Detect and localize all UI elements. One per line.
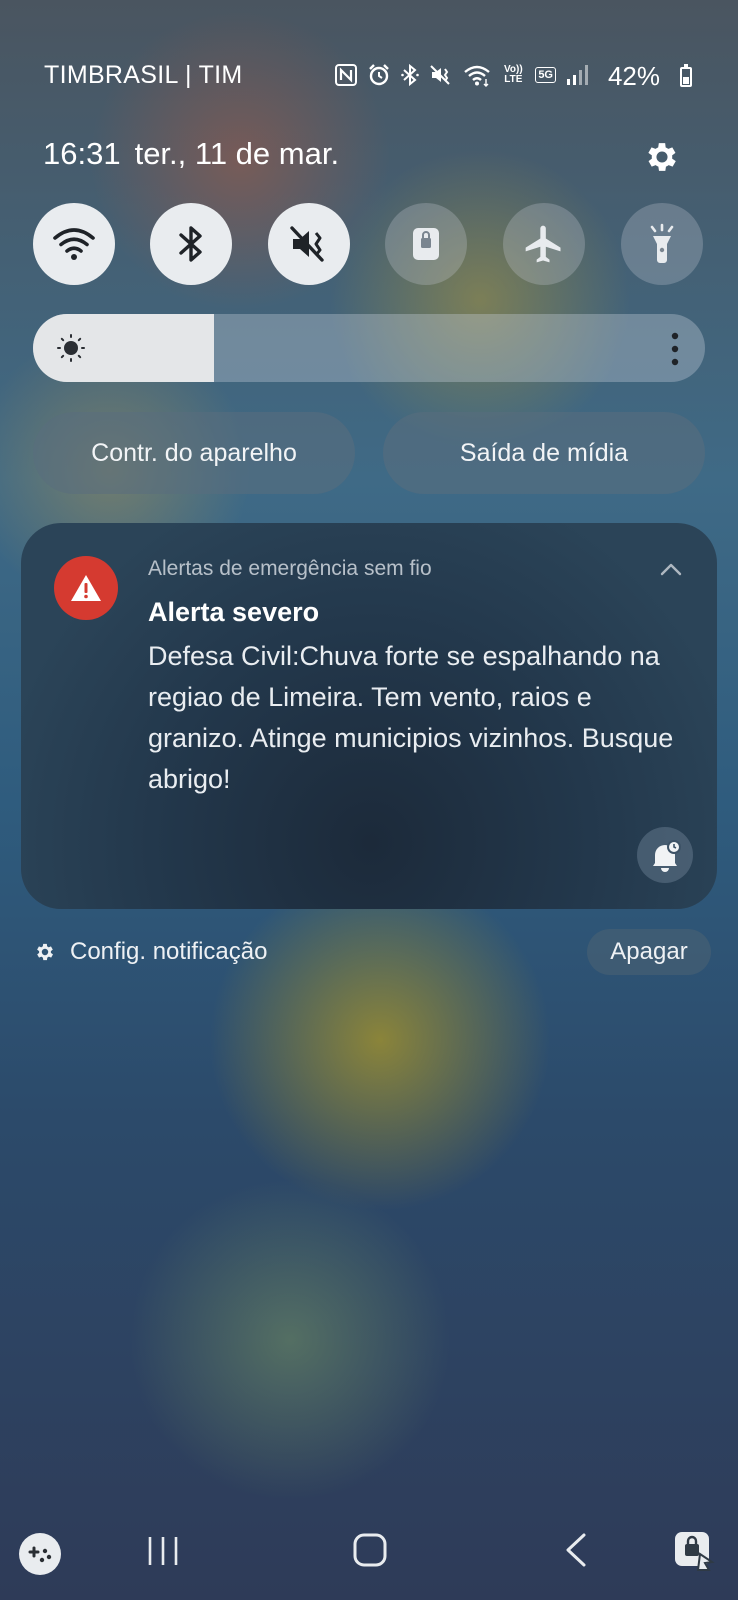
settings-button[interactable]	[640, 135, 684, 179]
media-output-button[interactable]: Saída de mídia	[383, 412, 705, 494]
wifi-toggle[interactable]	[33, 203, 115, 285]
bluetooth-icon	[179, 226, 202, 262]
signal-icon	[566, 64, 588, 86]
bell-snooze-icon	[653, 840, 681, 872]
vibrate-mute-icon	[429, 63, 453, 87]
wifi-icon	[53, 228, 95, 260]
more-options-icon[interactable]	[671, 332, 679, 366]
date-time: 16:31 ter., 11 de mar.	[43, 136, 339, 172]
recent-apps-button[interactable]	[146, 1534, 180, 1568]
airplane-icon	[525, 225, 561, 263]
notification-title: Alerta severo	[148, 597, 320, 627]
game-launcher-icon	[19, 1533, 61, 1575]
airplane-toggle[interactable]	[503, 203, 585, 285]
notification-settings-link[interactable]: Config. notificação	[34, 938, 267, 966]
notification-body: Defesa Civil:Chuva forte se espalhando n…	[148, 641, 674, 794]
5g-icon: 5G	[535, 67, 556, 83]
gear-icon	[37, 943, 53, 961]
status-bar: TIMBRASIL | TIM Vo)) LTE 5G 42%	[0, 55, 738, 99]
nfc-icon	[335, 64, 358, 86]
volte-icon: Vo)) LTE	[503, 64, 523, 85]
notification-app-name: Alertas de emergência sem fio	[148, 557, 432, 580]
quick-settings-toggles	[33, 203, 705, 285]
screen-lock-toggle[interactable]	[385, 203, 467, 285]
home-button[interactable]	[352, 1532, 388, 1568]
emergency-alert-notification[interactable]: Alertas de emergência sem fio Alerta sev…	[21, 523, 717, 909]
navigation-bar	[0, 1520, 738, 1580]
back-icon	[566, 1533, 586, 1567]
secure-folder-icon	[675, 1532, 715, 1571]
brightness-slider[interactable]	[33, 314, 705, 382]
alert-app-icon	[54, 556, 118, 620]
secure-folder-button[interactable]	[672, 1528, 718, 1574]
status-icons: Vo)) LTE 5G	[335, 63, 588, 87]
home-icon	[353, 1533, 387, 1567]
sound-toggle[interactable]	[268, 203, 350, 285]
bluetooth-toggle[interactable]	[150, 203, 232, 285]
clear-notifications-button[interactable]: Apagar	[587, 929, 711, 975]
bluetooth-icon	[401, 63, 420, 87]
snooze-button[interactable]	[637, 827, 693, 883]
battery-level-fill	[683, 77, 689, 84]
device-control-button[interactable]: Contr. do aparelho	[33, 412, 355, 494]
notification-settings-label: Config. notificação	[70, 938, 268, 965]
warning-icon	[71, 575, 101, 601]
carrier-name: TIMBRASIL | TIM	[44, 61, 243, 89]
wifi-icon	[463, 63, 491, 87]
lock-icon	[413, 228, 439, 260]
alarm-icon	[367, 63, 391, 87]
game-launcher-button[interactable]	[18, 1532, 62, 1576]
recent-apps-icon	[148, 1537, 178, 1565]
back-button[interactable]	[562, 1532, 590, 1568]
mute-vibrate-icon	[290, 226, 324, 262]
battery-icon	[680, 64, 692, 87]
chevron-up-icon[interactable]	[659, 559, 683, 579]
clock-time: 16:31	[43, 136, 121, 171]
brightness-icon	[57, 334, 85, 362]
date-text: ter., 11 de mar.	[134, 136, 340, 171]
battery-percent: 42%	[607, 61, 660, 91]
flashlight-toggle[interactable]	[621, 203, 703, 285]
flashlight-icon	[650, 223, 674, 263]
gear-icon	[648, 143, 676, 171]
